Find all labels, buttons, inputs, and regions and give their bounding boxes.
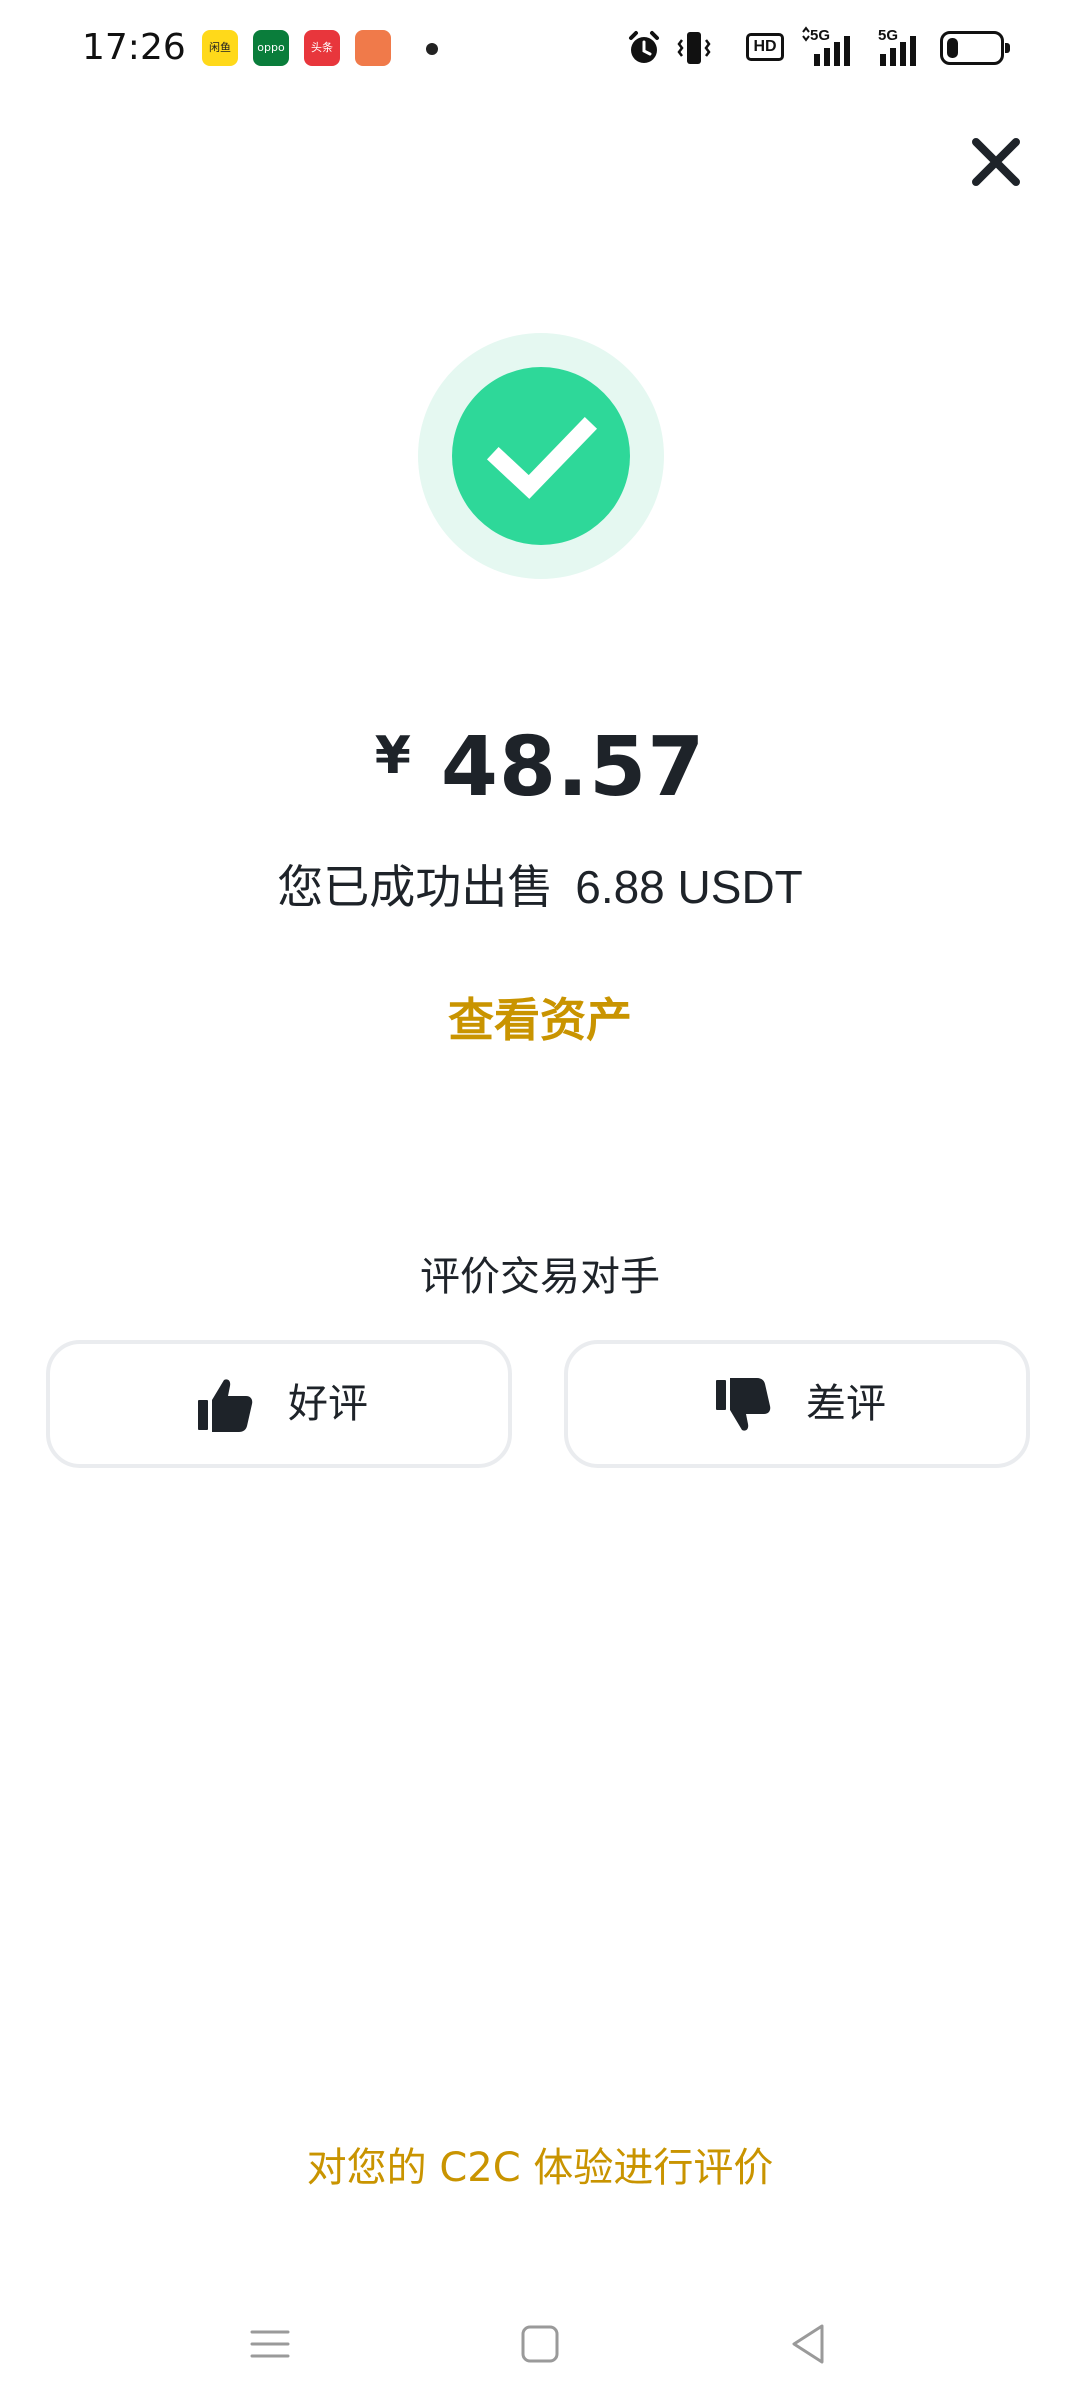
nav-menu-button[interactable] [238, 2312, 302, 2376]
oppo-app-icon: oppo [253, 30, 289, 66]
svg-text:5G: 5G [810, 27, 830, 44]
back-triangle-icon [792, 2324, 824, 2364]
vibrate-icon [676, 26, 712, 70]
signal-5g-icon: 5G [876, 26, 936, 70]
sold-summary: 您已成功出售 6.88 USDT [0, 852, 1080, 922]
nav-home-button[interactable] [508, 2312, 572, 2376]
positive-review-button[interactable]: 好评 [46, 1340, 512, 1468]
xianyu-app-icon: 闲鱼 [202, 30, 238, 66]
c2c-feedback-link[interactable]: 对您的 C2C 体验进行评价 [0, 2136, 1080, 2200]
view-assets-link[interactable]: 查看资产 [390, 985, 690, 1055]
sold-quantity: 6.88 USDT [575, 861, 803, 913]
positive-review-label: 好评 [288, 1381, 368, 1427]
signal-5g-icon: 5G [800, 26, 864, 70]
hd-voice-icon: HD [746, 33, 784, 61]
close-button[interactable] [966, 132, 1026, 192]
thumbs-up-icon [198, 1379, 253, 1432]
sale-amount: ¥48.57 [0, 720, 1080, 815]
svg-text:5G: 5G [878, 27, 898, 44]
alarm-icon [626, 26, 662, 70]
sold-prefix: 您已成功出售 [277, 860, 554, 914]
battery-level [947, 38, 958, 58]
rate-counterparty-title: 评价交易对手 [420, 1254, 660, 1300]
notification-dot [426, 43, 438, 55]
status-time: 17:26 [82, 27, 186, 68]
negative-review-label: 差评 [806, 1381, 886, 1427]
check-icon [486, 416, 598, 499]
nav-back-button[interactable] [776, 2312, 840, 2376]
amount-value: 48.57 [440, 720, 706, 815]
close-icon [972, 138, 1020, 186]
toutiao-app-icon: 头条 [304, 30, 340, 66]
currency-symbol: ¥ [374, 726, 411, 786]
success-circle [452, 367, 630, 545]
battery-icon [940, 31, 1010, 65]
thumbs-down-icon [716, 1378, 771, 1431]
home-square-icon [521, 2325, 559, 2363]
status-bar: 17:26 闲鱼 oppo 头条 HD 5G 5G [0, 0, 1080, 96]
menu-icon [250, 2330, 290, 2358]
negative-review-button[interactable]: 差评 [564, 1340, 1030, 1468]
game-app-icon [355, 30, 391, 66]
